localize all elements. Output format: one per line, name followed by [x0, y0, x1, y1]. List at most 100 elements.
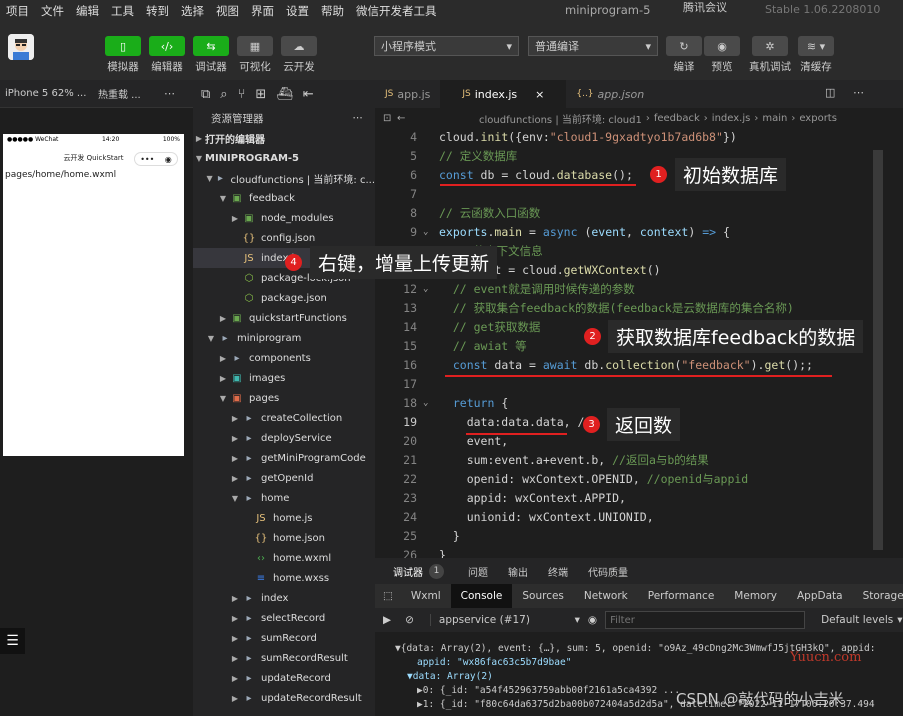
- tree-item[interactable]: ▶ ▸ updateRecord: [193, 668, 375, 688]
- code-line[interactable]: 12 // event就是调用时候传递的参数 ⌄: [375, 280, 885, 299]
- project-section[interactable]: ▼ MINIPROGRAM-5: [193, 148, 375, 168]
- tree-item[interactable]: {} home.json: [193, 528, 375, 548]
- branch-icon[interactable]: ⑂: [238, 87, 246, 102]
- code-line[interactable]: 13 // 获取集合feedback的数据(feedback是云数据库的集合名称…: [375, 299, 885, 318]
- tab-network[interactable]: Network: [574, 584, 638, 608]
- capsule-button[interactable]: ••• ◉: [134, 152, 178, 166]
- menu-item[interactable]: 文件: [35, 3, 70, 19]
- code-line[interactable]: 6 const db = cloud.database();: [375, 166, 885, 185]
- eye-icon[interactable]: ◉: [580, 614, 605, 626]
- tab-performance[interactable]: Performance: [638, 584, 725, 608]
- tree-item[interactable]: ▶ ▸ getMiniProgramCode: [193, 448, 375, 468]
- code-line[interactable]: 24 unionid: wxContext.UNIONID,: [375, 508, 885, 527]
- menu-item[interactable]: 选择: [175, 3, 210, 19]
- code-line[interactable]: 25 }: [375, 527, 885, 546]
- tree-item[interactable]: ▶ ▸ sumRecordResult: [193, 648, 375, 668]
- breadcrumb-item[interactable]: exports: [799, 113, 837, 124]
- tree-item[interactable]: ▼ ▸ cloudfunctions | 当前环境: c...: [193, 168, 375, 188]
- tab-sources[interactable]: Sources: [512, 584, 574, 608]
- editor-toggle[interactable]: ‹/›: [149, 36, 185, 56]
- breadcrumb-item[interactable]: main: [762, 113, 787, 124]
- tree-item[interactable]: ‹› home.wxml: [193, 548, 375, 568]
- close-icon[interactable]: ×: [535, 88, 544, 101]
- more-icon[interactable]: ⋯: [158, 87, 175, 100]
- breadcrumb-item[interactable]: index.js: [712, 113, 751, 124]
- tree-item[interactable]: ▼ ▸ miniprogram: [193, 328, 375, 348]
- code-line[interactable]: 22 openid: wxContext.OPENID, //openid与ap…: [375, 470, 885, 489]
- tab-app-json[interactable]: {..} app.json: [566, 80, 654, 108]
- compile-select[interactable]: 普通编译 ▾: [528, 36, 658, 56]
- log-line[interactable]: ▼data: Array(2): [407, 670, 493, 684]
- clear-icon[interactable]: ⊘: [397, 614, 422, 626]
- tree-item[interactable]: ▶ ▣ images: [193, 368, 375, 388]
- code-line[interactable]: 16 const data = await db.collection("fee…: [375, 356, 885, 375]
- more-icon[interactable]: ⋯: [853, 86, 864, 99]
- tree-item[interactable]: ▶ ▣ node_modules: [193, 208, 375, 228]
- code-line[interactable]: 8 // 云函数入口函数: [375, 204, 885, 223]
- code-line[interactable]: 21 sum:event.a+event.b, //返回a与b的结果: [375, 451, 885, 470]
- tab-appdata[interactable]: AppData: [787, 584, 853, 608]
- tree-item[interactable]: ▶ ▸ index: [193, 588, 375, 608]
- menu-item[interactable]: 帮助: [315, 3, 350, 19]
- split-editor-icon[interactable]: ◫: [825, 86, 835, 99]
- tab-problems[interactable]: 问题: [458, 564, 498, 579]
- tab-terminal[interactable]: 终端: [538, 564, 578, 579]
- preview-button[interactable]: ◉: [704, 36, 740, 56]
- code-line[interactable]: 5 // 定义数据库: [375, 147, 885, 166]
- more-icon[interactable]: ⋯: [353, 112, 364, 124]
- fold-icon[interactable]: ⌄: [423, 223, 428, 242]
- tree-item[interactable]: ▶ ▸ sumRecord: [193, 628, 375, 648]
- breadcrumb-item[interactable]: cloudfunctions | 当前环境: cloud1: [479, 111, 642, 126]
- fold-icon[interactable]: ⌄: [423, 280, 428, 299]
- docker-icon[interactable]: ⛴: [276, 87, 293, 102]
- menu-item[interactable]: 项目: [0, 3, 35, 19]
- inspect-icon[interactable]: ⬚: [375, 590, 401, 602]
- play-icon[interactable]: ▶: [375, 614, 397, 626]
- tree-item[interactable]: JS home.js: [193, 508, 375, 528]
- menu-item[interactable]: 工具: [105, 3, 140, 19]
- menu-item[interactable]: 编辑: [70, 3, 105, 19]
- avatar[interactable]: [8, 34, 34, 60]
- tree-item[interactable]: ▶ ▸ updateRecordResult: [193, 688, 375, 708]
- log-levels-select[interactable]: Default levels: [821, 614, 893, 626]
- menu-item[interactable]: 转到: [140, 3, 175, 19]
- tree-item[interactable]: ▶ ▸ getOpenId: [193, 468, 375, 488]
- tree-item[interactable]: {} config.json: [193, 228, 375, 248]
- tab-output[interactable]: 输出: [498, 564, 538, 579]
- menu-item[interactable]: 视图: [210, 3, 245, 19]
- open-editors-section[interactable]: ▶ 打开的编辑器: [193, 128, 375, 148]
- tab-storage[interactable]: Storage: [853, 584, 903, 608]
- tree-item[interactable]: ▼ ▸ home: [193, 488, 375, 508]
- code-line[interactable]: 7: [375, 185, 885, 204]
- tab-console[interactable]: Console: [450, 584, 513, 608]
- list-icon[interactable]: ☰: [0, 628, 25, 654]
- tree-item[interactable]: ⬡ package.json: [193, 288, 375, 308]
- context-select[interactable]: appservice (#17) ▾: [429, 614, 580, 626]
- visual-toggle[interactable]: ▦: [237, 36, 273, 56]
- tree-item[interactable]: ▶ ▸ deployService: [193, 428, 375, 448]
- tab-memory[interactable]: Memory: [724, 584, 787, 608]
- clear-cache-button[interactable]: ≋ ▾: [798, 36, 834, 56]
- fold-icon[interactable]: ⌄: [423, 394, 428, 413]
- breadcrumb-item[interactable]: feedback: [654, 113, 700, 124]
- tree-item[interactable]: ▶ ▸ selectRecord: [193, 608, 375, 628]
- code-line[interactable]: 4 cloud.init({env:"cloud1-9gxadtyo1b7ad6b…: [375, 128, 885, 147]
- code-line[interactable]: 23 appid: wxContext.APPID,: [375, 489, 885, 508]
- code-line[interactable]: 9 exports.main = async (event, context) =…: [375, 223, 885, 242]
- tab-app-js[interactable]: JS app.js: [375, 80, 440, 108]
- search-icon[interactable]: ⌕: [220, 87, 227, 102]
- compile-button[interactable]: ↻: [666, 36, 702, 56]
- log-line[interactable]: ▶0: {_id: "a54f452963759abb00f2161a5ca43…: [417, 684, 680, 698]
- tab-index-js[interactable]: JS index.js ×: [440, 80, 567, 108]
- menu-item[interactable]: 微信开发者工具: [350, 3, 443, 19]
- code-line[interactable]: 17: [375, 375, 885, 394]
- tree-item[interactable]: ▼ ▣ feedback: [193, 188, 375, 208]
- extensions-icon[interactable]: ⊞: [255, 87, 266, 102]
- tab-code-quality[interactable]: 代码质量: [578, 564, 638, 579]
- tab-debugger[interactable]: 调试器: [375, 564, 429, 579]
- filter-input[interactable]: [605, 611, 806, 629]
- mode-select[interactable]: 小程序模式 ▾: [374, 36, 519, 56]
- debugger-toggle[interactable]: ⇆: [193, 36, 229, 56]
- cloud-dev-button[interactable]: ☁: [281, 36, 317, 56]
- tree-item[interactable]: ▶ ▸ components: [193, 348, 375, 368]
